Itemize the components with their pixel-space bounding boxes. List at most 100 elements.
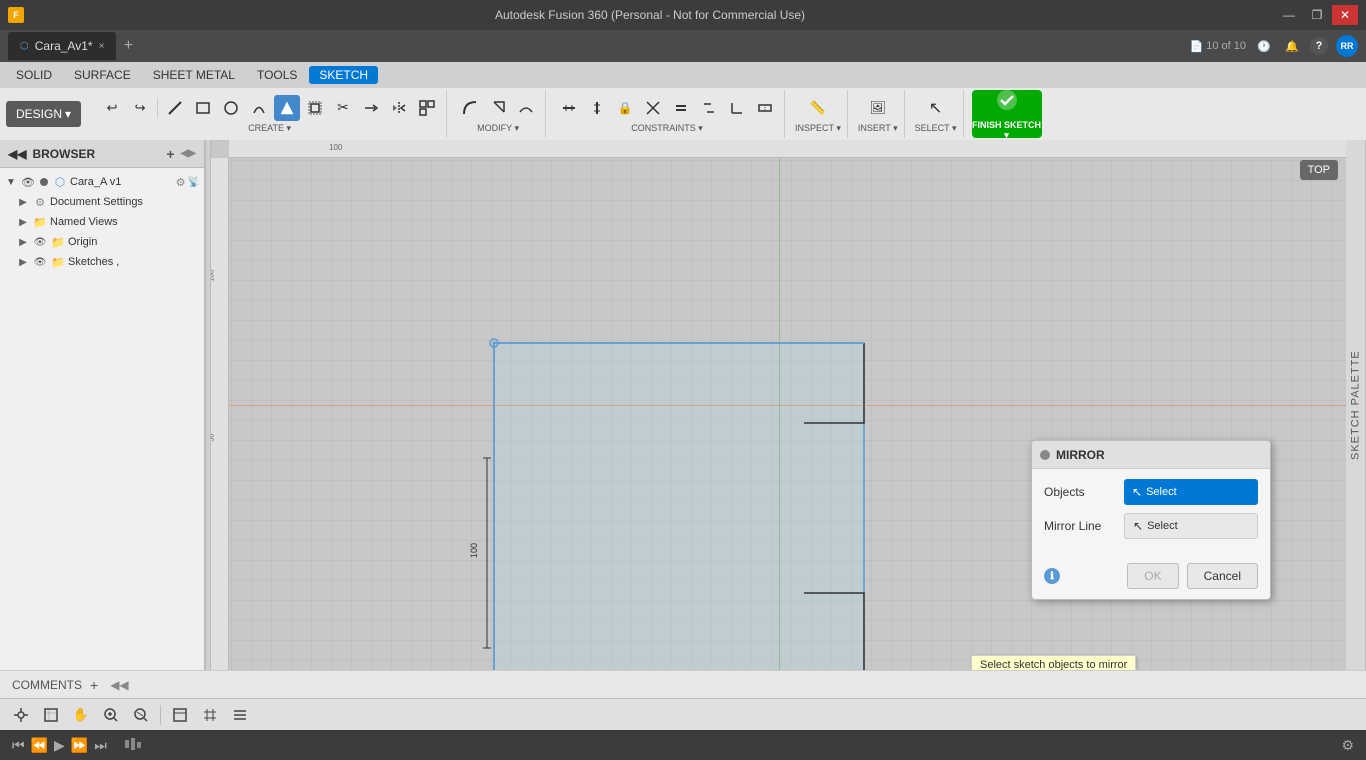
sketch-dimension-tool[interactable] [274, 95, 300, 121]
sketch-palette-panel[interactable]: SKETCH PALETTE [1346, 140, 1366, 670]
chamfer-tool[interactable] [485, 95, 511, 121]
split-icon [757, 100, 773, 116]
user-avatar[interactable]: RR [1336, 35, 1358, 57]
modify-label: MODIFY ▾ [477, 123, 519, 134]
document-tab[interactable]: ⬡ Cara_Av1* × [8, 32, 116, 60]
mirror-objects-select[interactable]: ↖ Select [1124, 479, 1258, 505]
hand-tool-btn[interactable]: ✋ [68, 702, 94, 728]
split-entity-tool[interactable] [752, 95, 778, 121]
create-tools: ↩ ↪ [99, 95, 440, 121]
tree-item-sketches[interactable]: ▶ 👁 📁 Sketches , [0, 252, 204, 272]
browser-collapse-icon[interactable]: ◀◀ [8, 147, 26, 161]
mirror-line-select[interactable]: ↖ Select [1124, 513, 1258, 539]
menu-tab-tools[interactable]: TOOLS [247, 66, 307, 84]
select-tool[interactable]: ↖ [923, 95, 949, 121]
zoom-window-icon [103, 707, 119, 723]
design-button[interactable]: DESIGN ▾ [6, 101, 81, 127]
canvas-area[interactable]: 100 100 50 100 [211, 140, 1346, 670]
extend-tool[interactable] [358, 95, 384, 121]
eye-icon-sketches[interactable]: 👁 [32, 254, 48, 270]
parallel-constraint[interactable] [696, 95, 722, 121]
constraints-tools: 🔒 [556, 95, 778, 121]
offset-curve-tool[interactable] [513, 95, 539, 121]
line-tool[interactable] [162, 95, 188, 121]
zoom-extents-btn[interactable] [128, 702, 154, 728]
maximize-button[interactable]: ❐ [1304, 5, 1330, 25]
perpendicular-constraint[interactable] [724, 95, 750, 121]
insert-image-tool[interactable]: 🖼 [865, 95, 891, 121]
grid-icon [202, 707, 218, 723]
gear-icon-root[interactable]: ⚙ [176, 176, 186, 189]
cursor-icon: ↖ [1132, 485, 1142, 499]
eye-icon-root[interactable]: 👁 [20, 174, 36, 190]
horizontal-constraint[interactable] [556, 95, 582, 121]
broadcast-icon-root[interactable]: 📡 [188, 177, 200, 188]
step-back-btn[interactable]: ⏪ [31, 737, 48, 754]
offset-curve-icon [518, 100, 534, 116]
redo-button[interactable]: ↪ [127, 95, 153, 121]
help-icon[interactable]: ? [1310, 37, 1328, 55]
zoom-ext-icon [133, 707, 149, 723]
tree-label-root: Cara_A v1 [70, 176, 121, 188]
select-tools: ↖ [923, 95, 949, 121]
coincident-constraint[interactable] [640, 95, 666, 121]
menu-tab-solid[interactable]: SOLID [6, 66, 62, 84]
bottom-divider-1 [160, 705, 161, 725]
measure-tool[interactable]: 📏 [805, 95, 831, 121]
browser-resize-icon[interactable]: ◀▶ [181, 148, 196, 159]
lock-constraint[interactable]: 🔒 [612, 95, 638, 121]
bell-icon[interactable]: 🔔 [1282, 36, 1302, 56]
go-start-btn[interactable]: ⏮ [12, 737, 25, 754]
menu-tab-sheet-metal[interactable]: SHEET METAL [143, 66, 245, 84]
select-section: ↖ SELECT ▾ [909, 90, 964, 138]
mirror-cancel-button[interactable]: Cancel [1187, 563, 1258, 589]
comments-resize[interactable]: ◀◀ [110, 678, 128, 692]
trim-tool[interactable]: ✂ [330, 95, 356, 121]
fillet-tool[interactable] [457, 95, 483, 121]
view-options-btn[interactable] [227, 702, 253, 728]
tree-item-named-views[interactable]: ▶ 📁 Named Views [0, 212, 204, 232]
play-btn[interactable]: ▶ [54, 737, 65, 754]
browser-add-icon[interactable]: + [166, 146, 174, 162]
mirror-line-label: Mirror Line [1044, 519, 1116, 533]
mirror-tool[interactable] [386, 95, 412, 121]
coincident-icon [645, 100, 661, 116]
component-icon-root: ⬡ [52, 174, 68, 190]
zoom-window-btn[interactable] [98, 702, 124, 728]
vertical-ruler: 100 50 [211, 158, 229, 670]
circle-tool[interactable] [218, 95, 244, 121]
timeline-icon[interactable] [123, 734, 143, 757]
step-forward-btn[interactable]: ⏩ [71, 737, 88, 754]
mirror-select-active-label: Select [1146, 486, 1177, 498]
finish-sketch-button[interactable]: FINISH SKETCH ▾ [972, 90, 1042, 138]
rectangle-tool[interactable] [190, 95, 216, 121]
comments-add-icon[interactable]: + [90, 677, 98, 693]
minimize-button[interactable]: — [1276, 5, 1302, 25]
menu-tab-sketch[interactable]: SKETCH [309, 66, 378, 84]
vertical-constraint[interactable] [584, 95, 610, 121]
eye-icon-origin[interactable]: 👁 [32, 234, 48, 250]
tree-item-doc-settings[interactable]: ▶ ⚙ Document Settings [0, 192, 204, 212]
close-button[interactable]: ✕ [1332, 5, 1358, 25]
menu-tab-surface[interactable]: SURFACE [64, 66, 141, 84]
fit-to-screen-btn[interactable] [38, 702, 64, 728]
go-end-btn[interactable]: ⏭ [94, 737, 107, 754]
inspect-tools: 📏 [805, 95, 831, 121]
inspect-label: INSPECT ▾ [795, 123, 841, 134]
offset-tool[interactable] [302, 95, 328, 121]
pattern-tool[interactable] [414, 95, 440, 121]
pan-tool-btn[interactable] [8, 702, 34, 728]
arc-tool[interactable] [246, 95, 272, 121]
undo-button[interactable]: ↩ [99, 95, 125, 121]
display-settings-btn[interactable] [167, 702, 193, 728]
close-tab-button[interactable]: × [99, 41, 105, 52]
tree-item-root[interactable]: ▼ 👁 ⬡ Cara_A v1 ⚙ 📡 [0, 172, 204, 192]
tab-right-section: 📄 10 of 10 🕐 🔔 ? RR [1190, 35, 1358, 57]
tree-item-origin[interactable]: ▶ 👁 📁 Origin [0, 232, 204, 252]
add-tab-button[interactable]: + [116, 34, 140, 58]
clock-icon[interactable]: 🕐 [1254, 36, 1274, 56]
settings-icon[interactable]: ⚙ [1341, 737, 1354, 754]
equal-constraint[interactable] [668, 95, 694, 121]
mirror-ok-button[interactable]: OK [1127, 563, 1178, 589]
grid-display-btn[interactable] [197, 702, 223, 728]
